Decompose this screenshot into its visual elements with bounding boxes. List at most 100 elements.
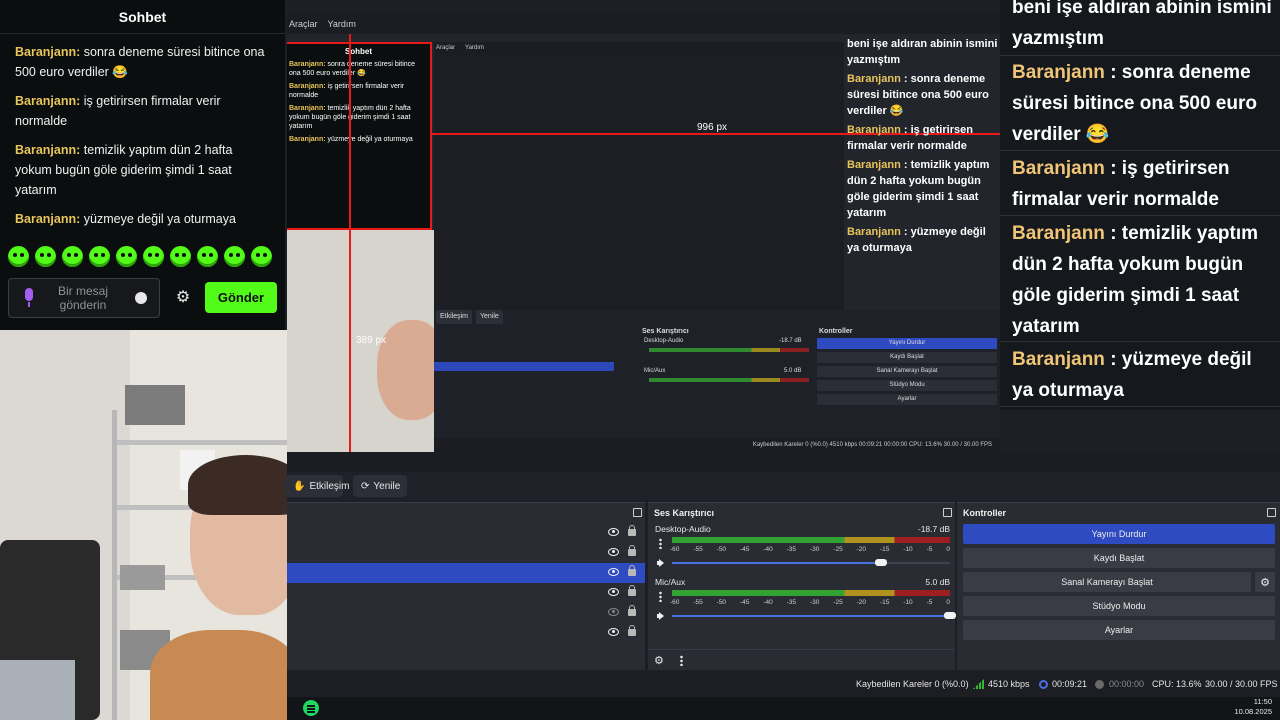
lock-icon[interactable] — [628, 545, 636, 556]
eye-icon[interactable] — [608, 548, 619, 556]
chat-username[interactable]: Baranjann: — [15, 212, 80, 226]
emote-icon[interactable] — [116, 246, 137, 267]
volume-slider-fill — [672, 562, 881, 564]
nested-chat-username: Baranjann: — [289, 136, 326, 143]
microphone-icon[interactable] — [23, 288, 35, 308]
emote-icon[interactable] — [224, 246, 245, 267]
nested-desktop-audio: Desktop-Audio — [644, 338, 684, 344]
emote-icon[interactable] — [170, 246, 191, 267]
nested-desktop-meter — [649, 348, 809, 352]
nested-mixer-title: Ses Karıştırıcı — [642, 328, 689, 335]
lock-icon[interactable] — [628, 565, 636, 576]
nested-mic-db: 5.0 dB — [784, 368, 802, 374]
emote-icon[interactable] — [251, 246, 272, 267]
chat-message-input[interactable]: Bir mesaj gönderin — [8, 278, 160, 318]
nested-control-button: Yayını Durdur — [817, 338, 997, 349]
clock-date: 10.08.2025 — [1234, 707, 1272, 716]
kebab-icon[interactable] — [659, 538, 662, 549]
taskbar-clock[interactable]: 11:50 10.08.2025 — [1234, 697, 1272, 717]
source-row[interactable] — [287, 523, 645, 543]
emote-icon[interactable] — [143, 246, 164, 267]
source-row[interactable] — [287, 583, 645, 603]
nested-interact-button: Etkileşim — [436, 310, 473, 324]
overlay-message: Baranjann : yüzmeye değil ya oturmaya — [1012, 344, 1274, 406]
meter-scale-tick: -15 — [879, 546, 890, 553]
track-name: Desktop-Audio — [655, 524, 711, 534]
nested-control-button: Sanal Kamerayı Başlat — [817, 366, 997, 377]
overlay-chat: beni işe aldıran abinin ismini yazmıştım… — [1000, 0, 1280, 410]
nested-menu-item[interactable]: Yardım — [328, 19, 356, 29]
spotify-icon[interactable] — [303, 700, 319, 716]
chat-message-list: Baranjann: sonra deneme süresi bitince o… — [0, 34, 285, 229]
speaker-icon[interactable] — [657, 612, 665, 620]
meter-scale-tick: -50 — [716, 599, 727, 606]
nested-menu-item[interactable]: Araçlar — [289, 19, 318, 29]
chat-username[interactable]: Baranjann: — [15, 94, 80, 108]
meter-scale-tick: -30 — [809, 599, 820, 606]
refresh-button[interactable]: ⟳ Yenile — [353, 475, 407, 497]
eye-icon[interactable] — [608, 568, 619, 576]
smile-icon[interactable] — [135, 292, 147, 304]
obs-toolbar: ✋ Etkileşim ⟳ Yenile — [285, 472, 1280, 500]
dock-float-icon[interactable] — [943, 508, 952, 517]
eye-off-icon[interactable] — [608, 608, 619, 616]
kebab-icon[interactable] — [680, 655, 683, 666]
volume-slider[interactable] — [672, 615, 950, 617]
virtual-camera-settings-gear-icon[interactable]: ⚙ — [1255, 572, 1275, 592]
emote-icon[interactable] — [197, 246, 218, 267]
meter-scale-tick: -55 — [693, 546, 703, 553]
meter-scale-tick: -20 — [856, 599, 867, 606]
source-row-selected[interactable] — [287, 563, 645, 583]
gear-icon[interactable]: ⚙ — [174, 289, 192, 307]
speaker-icon[interactable] — [657, 559, 665, 567]
send-button[interactable]: Gönder — [205, 282, 277, 313]
webcam-cushion — [0, 660, 75, 720]
start-virtual-camera-button[interactable]: Sanal Kamerayı Başlat — [963, 572, 1251, 592]
start-recording-button[interactable]: Kaydı Başlat — [963, 548, 1275, 568]
kebab-icon[interactable] — [659, 591, 662, 602]
lock-icon[interactable] — [628, 605, 636, 616]
record-time: 00:00:00 — [1109, 679, 1145, 689]
volume-slider-handle[interactable] — [874, 559, 887, 566]
meter-scale-tick: 0 — [946, 546, 950, 553]
source-row[interactable] — [287, 623, 645, 643]
lock-icon[interactable] — [628, 625, 636, 636]
source-row[interactable] — [287, 543, 645, 563]
emote-icon[interactable] — [8, 246, 29, 267]
nested-inner-preview: Araçlar Yardım — [434, 42, 844, 310]
volume-slider[interactable] — [672, 562, 950, 564]
lock-icon[interactable] — [628, 525, 636, 536]
gear-icon[interactable]: ⚙ — [654, 654, 664, 667]
chat-input-placeholder: Bir mesaj gönderin — [57, 284, 108, 312]
webcam-basket — [125, 385, 185, 425]
stop-stream-button[interactable]: Yayını Durdur — [963, 524, 1275, 544]
lock-icon[interactable] — [628, 585, 636, 596]
volume-slider-handle[interactable] — [944, 612, 956, 619]
eye-icon[interactable] — [608, 628, 619, 636]
refresh-label: Yenile — [373, 480, 401, 492]
overlay-message: Baranjann : temizlik yaptım dün 2 hafta … — [1012, 218, 1274, 342]
controls-title: Kontroller — [963, 508, 1007, 518]
dock-float-icon[interactable] — [633, 508, 642, 517]
emote-icon[interactable] — [62, 246, 83, 267]
interact-button[interactable]: ✋ Etkileşim — [285, 475, 349, 497]
nested-mic-aux: Mic/Aux — [644, 368, 666, 374]
dock-float-icon[interactable] — [1267, 508, 1276, 517]
emote-icon[interactable] — [89, 246, 110, 267]
studio-mode-button[interactable]: Stüdyo Modu — [963, 596, 1275, 616]
webcam-box — [120, 565, 165, 590]
chat-username[interactable]: Baranjann: — [15, 45, 80, 59]
overlay-message-text: beni işe aldıran abinin ismini yazmıştım — [1012, 0, 1272, 49]
nested-chat-username: Baranjann: — [289, 61, 326, 68]
chat-username[interactable]: Baranjann: — [15, 143, 80, 157]
eye-icon[interactable] — [608, 528, 619, 536]
settings-button[interactable]: Ayarlar — [963, 620, 1275, 640]
meter-scale-tick: -55 — [693, 599, 703, 606]
meter-scale-tick: -60 — [670, 546, 680, 553]
source-row[interactable] — [287, 603, 645, 623]
nested-right-message: beni işe aldıran abinin ismini yazmıştım — [847, 36, 1000, 68]
emote-icon[interactable] — [35, 246, 56, 267]
eye-icon[interactable] — [608, 588, 619, 596]
overlay-username: Baranjann — [1012, 158, 1105, 179]
interact-label: Etkileşim — [309, 480, 350, 492]
